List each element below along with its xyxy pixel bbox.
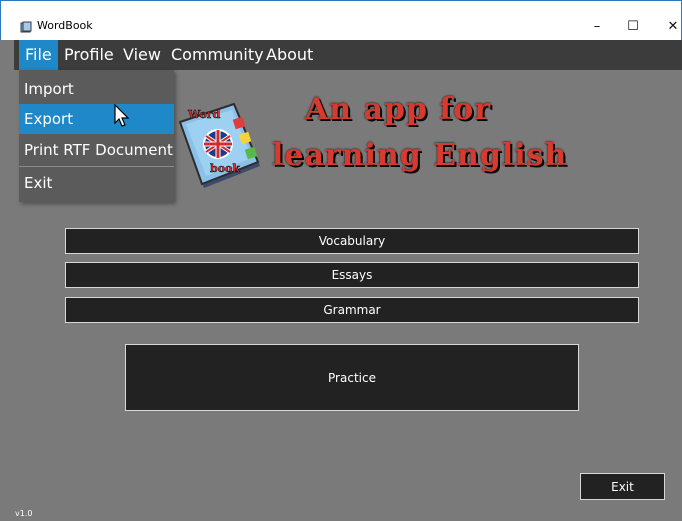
grammar-button[interactable]: Grammar: [65, 297, 639, 323]
title-bar: WordBook – ☐ ✕: [0, 0, 682, 40]
headline-line-1: An app for: [305, 92, 492, 127]
menu-item-import[interactable]: Import: [19, 74, 174, 104]
menu-separator: [19, 166, 174, 167]
practice-button[interactable]: Practice: [125, 344, 579, 411]
menu-profile[interactable]: Profile: [58, 40, 120, 70]
mouse-pointer-icon: [114, 104, 130, 127]
exit-button[interactable]: Exit: [580, 473, 665, 500]
book-icon: [20, 21, 32, 33]
logo-text-top: Word: [187, 108, 221, 121]
wordbook-logo: Word book: [178, 102, 260, 188]
essays-button[interactable]: Essays: [65, 262, 639, 288]
menu-view[interactable]: View: [117, 40, 167, 70]
headline-line-2: learning English: [272, 138, 568, 173]
menu-item-print-rtf[interactable]: Print RTF Document: [19, 135, 174, 165]
menu-file[interactable]: File: [19, 40, 58, 70]
version-label: v1.0: [15, 509, 33, 518]
minimize-button[interactable]: –: [585, 15, 609, 37]
file-menu-dropdown: Import Export Print RTF Document Exit: [19, 70, 174, 202]
menu-item-exit[interactable]: Exit: [19, 168, 174, 198]
menu-item-export[interactable]: Export: [19, 104, 174, 134]
menu-community[interactable]: Community: [165, 40, 270, 70]
close-button[interactable]: ✕: [661, 15, 682, 37]
menu-about[interactable]: About: [260, 40, 319, 70]
menu-bar: File Profile View Community About: [14, 40, 682, 70]
vocabulary-button[interactable]: Vocabulary: [65, 228, 639, 254]
window-title: WordBook: [37, 19, 93, 32]
maximize-button[interactable]: ☐: [621, 15, 645, 37]
logo-text-bottom: book: [210, 162, 240, 175]
